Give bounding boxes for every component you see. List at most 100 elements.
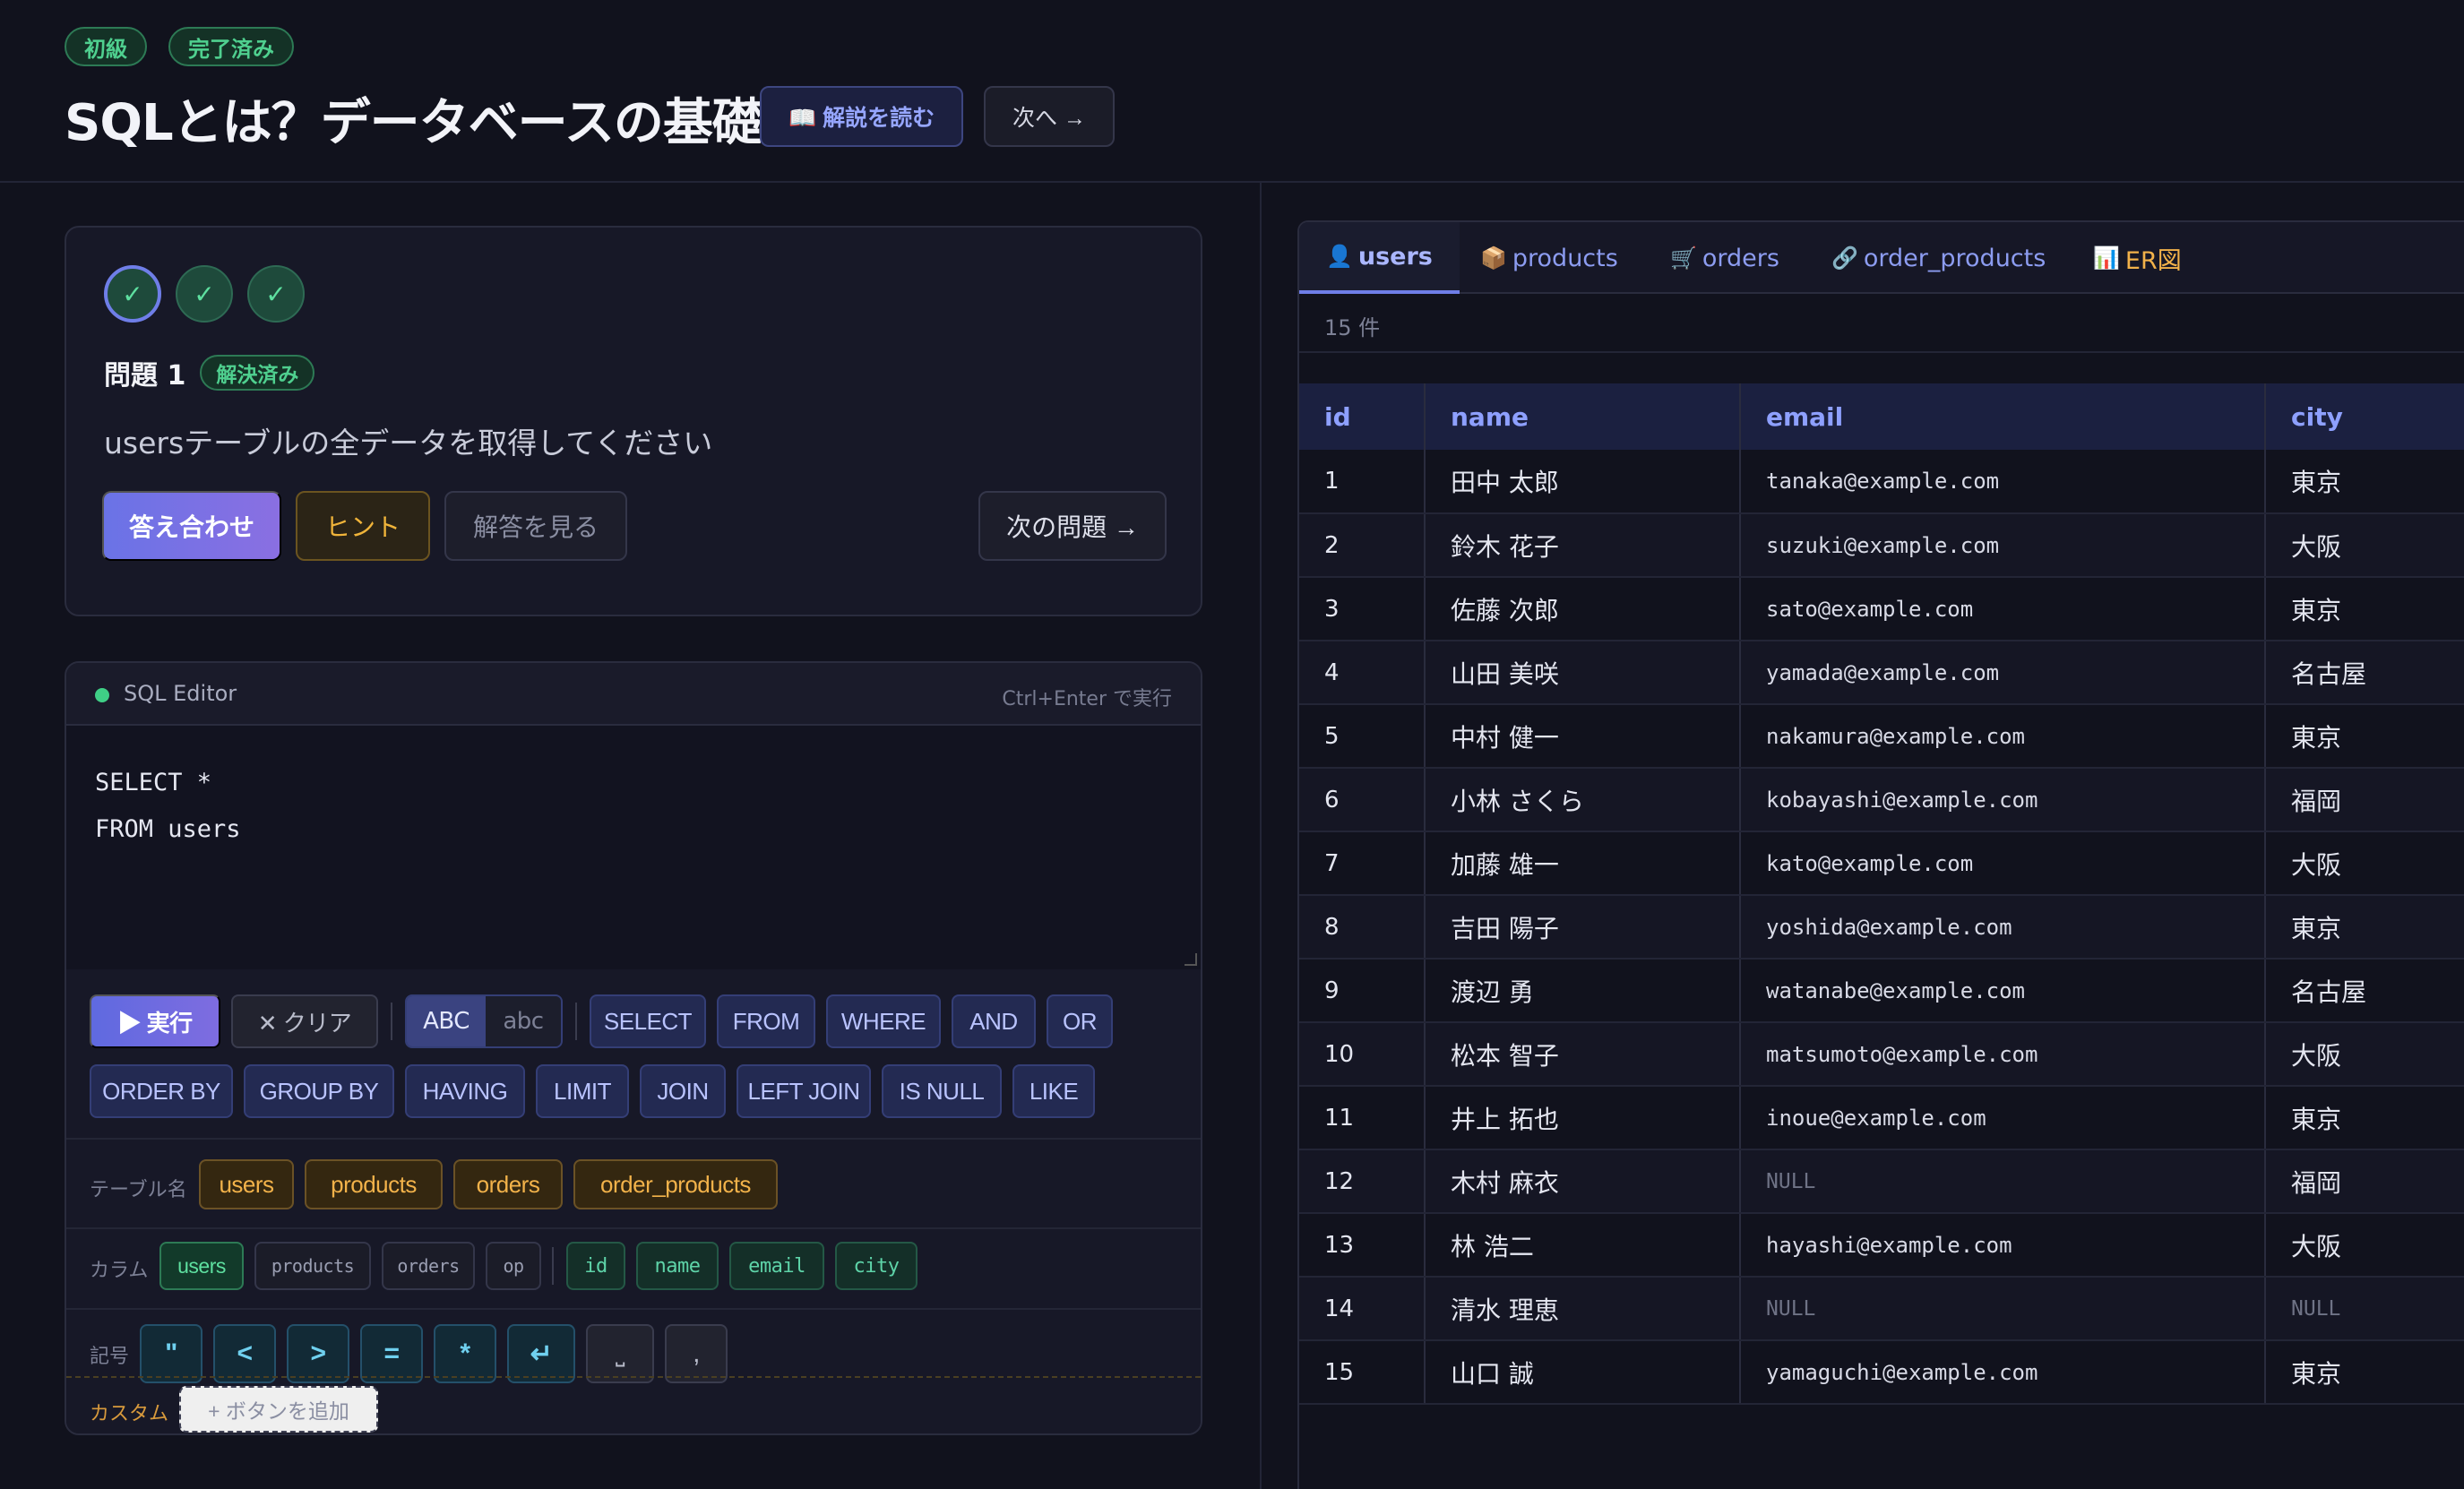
cell-city: 大阪 bbox=[2265, 1213, 2464, 1278]
cell-city: 東京 bbox=[2265, 895, 2464, 960]
tab-orders[interactable]: 🛒 orders bbox=[1670, 222, 1779, 294]
cell-id: 8 bbox=[1299, 895, 1426, 960]
table-label: テーブル名 bbox=[90, 1179, 187, 1201]
keyword-and-button[interactable]: AND bbox=[952, 994, 1036, 1048]
keyword-having-button[interactable]: HAVING bbox=[405, 1064, 525, 1118]
panel-divider[interactable] bbox=[1260, 183, 1262, 1489]
cell-id: 15 bbox=[1299, 1340, 1426, 1405]
run-button[interactable]: ▶ 実行 bbox=[90, 994, 220, 1048]
next-lesson-button[interactable]: 次へ → bbox=[984, 86, 1115, 147]
table-products-button[interactable]: products bbox=[305, 1159, 443, 1209]
symbol-comma-button[interactable]: , bbox=[665, 1324, 728, 1383]
symbol-quote-button[interactable]: " bbox=[140, 1324, 202, 1383]
keyword-from-button[interactable]: FROM bbox=[717, 994, 815, 1048]
custom-row: カスタム + ボタンを追加 bbox=[66, 1376, 1201, 1433]
keyword-join-button[interactable]: JOIN bbox=[640, 1064, 726, 1118]
cell-name: 山田 美咲 bbox=[1425, 641, 1741, 705]
keyword-group-by-button[interactable]: GROUP BY bbox=[244, 1064, 394, 1118]
hint-button[interactable]: ヒント bbox=[296, 491, 430, 561]
cell-email: nakamura@example.com bbox=[1740, 704, 2266, 769]
completed-badge: 完了済み bbox=[168, 27, 294, 66]
table-row: 1 田中 太郎 tanaka@example.com 東京 bbox=[1299, 450, 2464, 514]
symbol-greater-than-button[interactable]: > bbox=[287, 1324, 349, 1383]
column-id-button[interactable]: id bbox=[566, 1242, 625, 1290]
table-body: 1 田中 太郎 tanaka@example.com 東京 2 鈴木 花子 suzuki@e… bbox=[1299, 450, 2464, 1405]
cell-name: 小林 さくら bbox=[1425, 768, 1741, 832]
divider bbox=[66, 1227, 1201, 1229]
cell-email: watanabe@example.com bbox=[1740, 959, 2266, 1023]
custom-label: カスタム bbox=[90, 1403, 169, 1425]
step-2-check-icon[interactable]: ✓ bbox=[176, 265, 233, 323]
column-city-button[interactable]: city bbox=[835, 1242, 918, 1290]
check-answer-button[interactable]: 答え合わせ bbox=[102, 491, 281, 561]
symbol-newline-button[interactable]: ↵ bbox=[507, 1324, 575, 1383]
cell-city: NULL bbox=[2265, 1277, 2464, 1341]
table-row: 2 鈴木 花子 suzuki@example.com 大阪 bbox=[1299, 513, 2464, 578]
step-1-check-icon[interactable]: ✓ bbox=[104, 265, 161, 323]
keyword-like-button[interactable]: LIKE bbox=[1012, 1064, 1095, 1118]
cell-name: 渡辺 勇 bbox=[1425, 959, 1741, 1023]
link-icon: 🔗 bbox=[1831, 245, 1858, 271]
tab-users[interactable]: 👤 users bbox=[1299, 222, 1460, 294]
table-order-products-button[interactable]: order_products bbox=[573, 1159, 778, 1209]
column-email-button[interactable]: email bbox=[729, 1242, 824, 1290]
column-tab-products[interactable]: products bbox=[254, 1242, 371, 1290]
resize-handle-icon[interactable] bbox=[1185, 953, 1197, 966]
case-upper-option[interactable]: ABC bbox=[407, 996, 486, 1046]
read-explanation-button[interactable]: 📖 解説を読む bbox=[760, 86, 964, 147]
add-custom-button[interactable]: + ボタンを追加 bbox=[179, 1386, 378, 1433]
keyword-where-button[interactable]: WHERE bbox=[826, 994, 941, 1048]
clear-button[interactable]: ✕ クリア bbox=[231, 994, 378, 1048]
keyword-order-by-button[interactable]: ORDER BY bbox=[90, 1064, 233, 1118]
code-line: FROM users bbox=[95, 815, 241, 843]
column-name-button[interactable]: name bbox=[636, 1242, 719, 1290]
case-lower-option[interactable]: abc bbox=[485, 996, 561, 1046]
column-header-email[interactable]: email bbox=[1740, 383, 2266, 450]
tab-er-diagram[interactable]: 📊 ER図 bbox=[2093, 222, 2182, 294]
next-problem-button[interactable]: 次の問題 → bbox=[978, 491, 1167, 561]
column-header-name[interactable]: name bbox=[1425, 383, 1741, 450]
cell-email: matsumoto@example.com bbox=[1740, 1022, 2266, 1087]
show-answer-button[interactable]: 解答を見る bbox=[444, 491, 627, 561]
problem-card: ✓ ✓ ✓ 問題 1 解決済み usersテーブルの全データを取得してください … bbox=[65, 226, 1202, 616]
table-browser: 👤 users 📦 products 🛒 orders 🔗 order_prod… bbox=[1297, 220, 2464, 1489]
cell-id: 11 bbox=[1299, 1086, 1426, 1150]
keyword-left-join-button[interactable]: LEFT JOIN bbox=[737, 1064, 871, 1118]
column-header-city[interactable]: city bbox=[2265, 383, 2464, 450]
symbol-equals-button[interactable]: = bbox=[360, 1324, 423, 1383]
table-users-button[interactable]: users bbox=[199, 1159, 294, 1209]
problem-description: usersテーブルの全データを取得してください bbox=[104, 426, 713, 460]
step-3-check-icon[interactable]: ✓ bbox=[247, 265, 305, 323]
result-count-bar: 15 件 bbox=[1299, 294, 2464, 353]
column-header-id[interactable]: id bbox=[1299, 383, 1426, 450]
lesson-badges: 初級 完了済み bbox=[65, 27, 294, 66]
table-orders-button[interactable]: orders bbox=[453, 1159, 563, 1209]
case-toggle[interactable]: ABC abc bbox=[405, 994, 563, 1048]
symbol-space-button[interactable]: ⎵ bbox=[586, 1324, 654, 1383]
column-tab-orders[interactable]: orders bbox=[382, 1242, 475, 1290]
keyword-or-button[interactable]: OR bbox=[1047, 994, 1113, 1048]
tab-products[interactable]: 📦 products bbox=[1480, 222, 1618, 294]
cell-city: 大阪 bbox=[2265, 1022, 2464, 1087]
cell-city: 大阪 bbox=[2265, 513, 2464, 578]
cell-email: NULL bbox=[1740, 1149, 2266, 1214]
table-row: 14 清水 理恵 NULL NULL bbox=[1299, 1277, 2464, 1341]
keyword-limit-button[interactable]: LIMIT bbox=[536, 1064, 629, 1118]
cell-id: 10 bbox=[1299, 1022, 1426, 1087]
column-tab-op[interactable]: op bbox=[486, 1242, 541, 1290]
symbol-less-than-button[interactable]: < bbox=[213, 1324, 276, 1383]
cell-email: yamada@example.com bbox=[1740, 641, 2266, 705]
package-icon: 📦 bbox=[1480, 245, 1507, 271]
sql-code-input[interactable]: SELECT * FROM users bbox=[66, 726, 1201, 969]
tab-label: users bbox=[1357, 242, 1433, 271]
cell-email: tanaka@example.com bbox=[1740, 450, 2266, 514]
cell-city: 東京 bbox=[2265, 704, 2464, 769]
column-tab-users[interactable]: users bbox=[159, 1242, 244, 1290]
tab-order-products[interactable]: 🔗 order_products bbox=[1831, 222, 2046, 294]
keyword-is-null-button[interactable]: IS NULL bbox=[882, 1064, 1002, 1118]
keyword-select-button[interactable]: SELECT bbox=[590, 994, 706, 1048]
cell-id: 14 bbox=[1299, 1277, 1426, 1341]
separator bbox=[575, 1003, 577, 1040]
symbol-asterisk-button[interactable]: * bbox=[434, 1324, 496, 1383]
user-icon: 👤 bbox=[1326, 244, 1353, 269]
